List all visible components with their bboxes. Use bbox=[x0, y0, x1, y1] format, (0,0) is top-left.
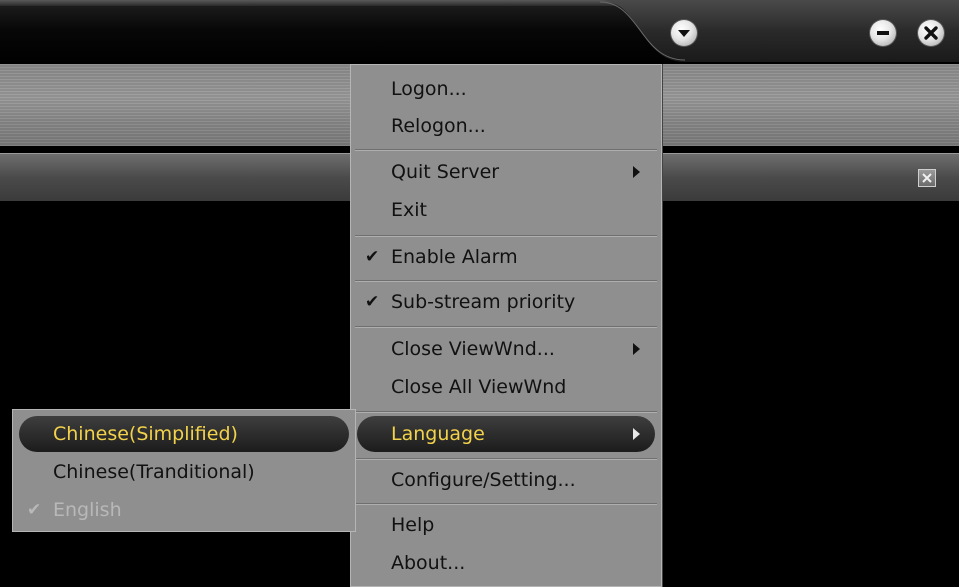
menu-item-label: Exit bbox=[391, 199, 427, 221]
language-item-label: English bbox=[53, 499, 122, 521]
menu-item-logon[interactable]: Logon... bbox=[351, 71, 661, 107]
check-icon: ✔ bbox=[365, 292, 380, 312]
submenu-arrow-icon bbox=[633, 166, 640, 178]
menu-item-exit[interactable]: Exit bbox=[351, 192, 661, 228]
minimize-button[interactable] bbox=[870, 20, 896, 46]
menu-separator bbox=[355, 503, 657, 505]
menu-item-quit-server[interactable]: Quit Server bbox=[351, 154, 661, 190]
menu-item-label: Language bbox=[391, 423, 485, 445]
title-bar bbox=[0, 0, 959, 64]
submenu-arrow-icon bbox=[633, 343, 640, 355]
menu-item-label: Quit Server bbox=[391, 161, 500, 183]
close-icon bbox=[924, 26, 938, 40]
menu-separator bbox=[355, 149, 657, 151]
menu-item-label: Configure/Setting... bbox=[391, 469, 576, 491]
chevron-down-icon bbox=[678, 30, 690, 37]
menu-item-configure-setting[interactable]: Configure/Setting... bbox=[351, 462, 661, 498]
menu-separator bbox=[355, 235, 657, 237]
menu-separator bbox=[355, 411, 657, 413]
title-bar-curve bbox=[560, 0, 959, 62]
check-icon: ✔ bbox=[27, 500, 42, 520]
menu-item-language[interactable]: Language bbox=[357, 416, 655, 452]
menu-item-label: About... bbox=[391, 552, 466, 574]
check-icon: ✔ bbox=[365, 247, 380, 267]
menu-item-label: Enable Alarm bbox=[391, 246, 518, 268]
language-item-chinese-simplified[interactable]: Chinese(Simplified) bbox=[19, 416, 349, 452]
submenu-arrow-icon bbox=[633, 428, 640, 440]
menu-item-enable-alarm[interactable]: ✔ Enable Alarm bbox=[351, 239, 661, 275]
minimize-icon bbox=[877, 31, 889, 35]
menu-separator bbox=[355, 280, 657, 282]
language-item-label: Chinese(Tranditional) bbox=[53, 461, 255, 483]
menu-separator bbox=[355, 458, 657, 460]
language-item-chinese-traditional[interactable]: Chinese(Tranditional) bbox=[13, 454, 355, 490]
language-item-english: ✔ English bbox=[13, 492, 355, 528]
menu-item-relogon[interactable]: Relogon... bbox=[351, 108, 661, 144]
menu-item-about[interactable]: About... bbox=[351, 545, 661, 581]
language-submenu: Chinese(Simplified) Chinese(Tranditional… bbox=[12, 409, 356, 532]
menu-item-label: Relogon... bbox=[391, 115, 486, 137]
menu-item-label: Close All ViewWnd bbox=[391, 376, 567, 398]
menu-item-label: Logon... bbox=[391, 78, 467, 100]
menu-item-close-all-viewwnd[interactable]: Close All ViewWnd bbox=[351, 369, 661, 405]
main-menu: Logon... Relogon... Quit Server Exit ✔ E… bbox=[350, 64, 662, 587]
menu-item-sub-stream-priority[interactable]: ✔ Sub-stream priority bbox=[351, 284, 661, 320]
menu-item-label: Help bbox=[391, 514, 435, 536]
close-icon bbox=[922, 173, 932, 183]
menu-item-close-viewwnd[interactable]: Close ViewWnd... bbox=[351, 331, 661, 367]
menu-dropdown-button[interactable] bbox=[671, 20, 697, 46]
menu-item-label: Close ViewWnd... bbox=[391, 338, 555, 360]
menu-separator bbox=[355, 326, 657, 328]
menu-item-label: Sub-stream priority bbox=[391, 291, 576, 313]
menu-item-help[interactable]: Help bbox=[351, 507, 661, 543]
close-button[interactable] bbox=[918, 20, 944, 46]
language-item-label: Chinese(Simplified) bbox=[53, 423, 238, 445]
panel-close-button[interactable] bbox=[918, 169, 936, 187]
